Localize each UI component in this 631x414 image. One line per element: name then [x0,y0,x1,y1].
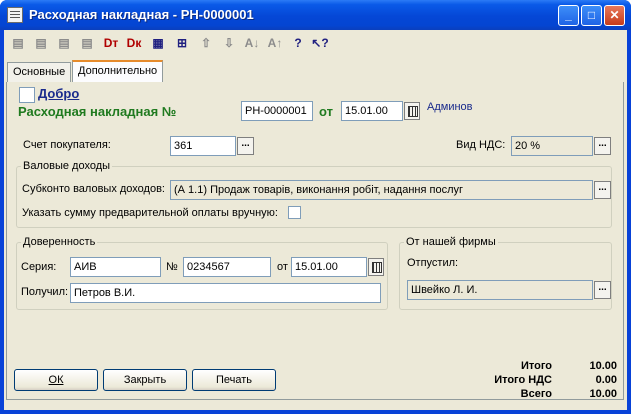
subconto-label: Субконто валовых доходов: [22,183,165,195]
total-value: 10.00 [589,360,617,372]
sort-desc-icon[interactable]: A↑ [266,34,284,52]
maximize-button[interactable]: □ [581,5,602,26]
subconto-select-button[interactable]: ... [594,181,611,199]
prepay-label: Указать сумму предварительной оплаты вру… [22,207,278,219]
copy-doc-icon[interactable]: ▤ [32,34,50,52]
series-field[interactable]: АИВ [70,257,161,277]
author-label: Админов [427,101,473,113]
subconto-field[interactable]: (А 1.1) Продаж товарів, виконання робіт,… [170,180,593,200]
grand-total-value: 10.00 [589,388,617,400]
ok-button[interactable]: ОК [14,369,98,391]
document-window: Расходная накладная - РН-0000001 _ □ ✕ ▤… [0,0,631,414]
print-button-label: Печать [215,374,253,386]
dt-icon[interactable]: Dт [102,34,120,52]
window-title: Расходная накладная - РН-0000001 [29,7,254,22]
edit-doc-icon[interactable]: ▤ [78,34,96,52]
window-client: ▤ ▤ ▤ ▤ Dт Dк ▦ ⊞ ⇧ ⇩ A↓ A↑ ? ↖? Основны… [4,30,627,410]
tab-main[interactable]: Основные [7,62,72,82]
edit-row-icon[interactable]: ▦ [149,34,167,52]
dk-icon[interactable]: Dк [125,34,143,52]
context-help-icon[interactable]: ↖? [311,34,329,52]
title-bar[interactable]: Расходная накладная - РН-0000001 _ □ ✕ [0,0,631,30]
ok-button-label: ОК [48,374,64,386]
vat-select-button[interactable]: ... [594,137,611,155]
good-checkbox[interactable] [19,87,35,103]
minimize-button[interactable]: _ [558,5,579,26]
released-select-button[interactable]: ... [594,281,611,299]
move-down-icon[interactable]: ⇩ [220,34,238,52]
gross-income-title: Валовые доходы [21,160,113,172]
print-button[interactable]: Печать [192,369,276,391]
delete-doc-icon[interactable]: ▤ [55,34,73,52]
received-label: Получил: [21,286,69,298]
good-link[interactable]: Добро [38,86,79,101]
received-field[interactable]: Петров В.И. [70,283,381,303]
released-field[interactable]: Швейко Л. И. [407,280,593,300]
total-vat-label: Итого НДС [494,374,552,386]
doc-number-field[interactable]: РН-0000001 [241,101,313,121]
our-firm-title: От нашей фирмы [404,236,498,248]
doc-heading: Расходная накладная № [18,104,177,119]
prepay-checkbox[interactable] [288,206,301,219]
account-label: Счет покупателя: [23,139,111,151]
doc-date-field[interactable]: 15.01.00 [341,101,403,121]
delete-row-icon[interactable]: ⊞ [173,34,191,52]
doc-date-from-label: от [319,104,333,119]
new-doc-icon[interactable]: ▤ [9,34,27,52]
toolbar: ▤ ▤ ▤ ▤ Dт Dк ▦ ⊞ ⇧ ⇩ A↓ A↑ ? ↖? [4,30,627,58]
sort-asc-icon[interactable]: A↓ [243,34,261,52]
calendar-icon[interactable] [368,258,384,276]
close-button[interactable]: ✕ [604,5,625,26]
vat-label: Вид НДС: [456,139,506,151]
grand-total-label: Всего [520,388,552,400]
total-vat-value: 0.00 [595,374,617,386]
close-form-button[interactable]: Закрыть [103,369,187,391]
document-icon [7,7,23,23]
number-label: № [166,261,178,273]
proxy-title: Доверенность [21,236,98,248]
total-label: Итого [520,360,552,372]
released-label: Отпустил: [407,257,459,269]
series-label: Серия: [21,261,57,273]
account-select-button[interactable]: ... [237,137,254,155]
proxy-date-from-label: от [277,261,288,273]
move-up-icon[interactable]: ⇧ [197,34,215,52]
proxy-number-field[interactable]: 0234567 [183,257,271,277]
calendar-icon[interactable] [404,102,420,120]
tab-panel-additional: Добро Расходная накладная № РН-0000001 о… [6,82,624,400]
help-icon[interactable]: ? [289,34,307,52]
proxy-date-field[interactable]: 15.01.00 [291,257,367,277]
account-field[interactable]: 361 [170,136,236,156]
close-button-label: Закрыть [123,374,167,386]
tab-additional[interactable]: Дополнительно [72,60,164,82]
vat-field[interactable]: 20 % [511,136,593,156]
